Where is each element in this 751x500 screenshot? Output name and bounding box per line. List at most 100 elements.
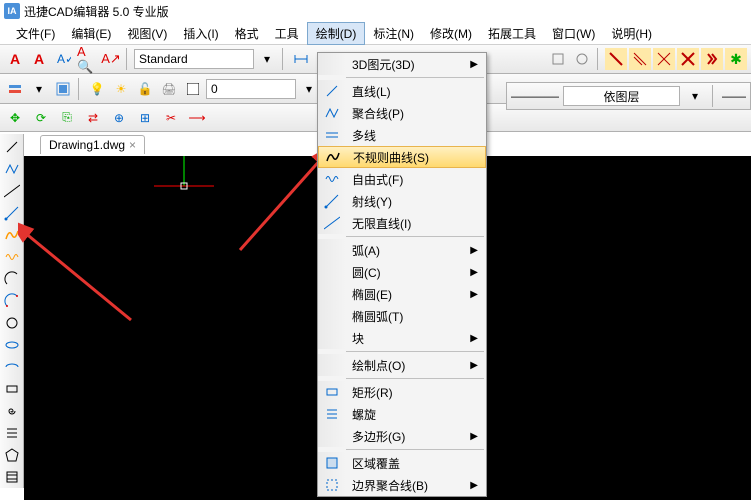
mirror-button[interactable]: ⇄	[82, 107, 104, 129]
layer-bylayer-combo[interactable]: 依图层	[563, 86, 680, 106]
polygon-tool[interactable]	[1, 444, 23, 466]
menu-spiral[interactable]: 螺旋	[318, 403, 486, 425]
bulb-on-icon[interactable]: 💡	[86, 78, 108, 100]
svg-text:A✓: A✓	[57, 52, 71, 66]
hatch-tool[interactable]	[1, 466, 23, 488]
menu-line[interactable]: 直线(L)	[318, 80, 486, 102]
star-button[interactable]: ✱	[725, 48, 747, 70]
app-title: 迅捷CAD编辑器 5.0 专业版	[24, 3, 169, 20]
menu-help[interactable]: 说明(H)	[603, 23, 660, 44]
tab-close-button[interactable]: ×	[129, 138, 136, 152]
text-style-combo[interactable]	[134, 49, 254, 69]
dim-linear-button[interactable]	[290, 48, 312, 70]
spline-tool[interactable]	[1, 224, 23, 246]
menu-window[interactable]: 窗口(W)	[544, 23, 603, 44]
menu-edit[interactable]: 编辑(E)	[63, 23, 119, 44]
menu-polyline[interactable]: 聚合线(P)	[318, 102, 486, 124]
menu-xline[interactable]: 无限直线(I)	[318, 212, 486, 234]
hatch-cross-button[interactable]	[653, 48, 675, 70]
rotate-button[interactable]: ⟳	[30, 107, 52, 129]
xline-tool[interactable]	[1, 180, 23, 202]
spiral-tool[interactable]	[1, 400, 23, 422]
menu-view[interactable]: 视图(V)	[119, 23, 175, 44]
hatch-linear-button[interactable]	[605, 48, 627, 70]
text-a1-button[interactable]: A	[4, 48, 26, 70]
menu-label: 区域覆盖	[346, 455, 478, 472]
hatch-double-button[interactable]	[629, 48, 651, 70]
trim-button[interactable]: ✂	[160, 107, 182, 129]
menu-block[interactable]: 块 ▶	[318, 327, 486, 349]
crosshair-icon	[154, 156, 214, 216]
arc3p-tool[interactable]	[1, 290, 23, 312]
menu-freehand[interactable]: 自由式(F)	[318, 168, 486, 190]
line-preview-icon: ——	[722, 89, 746, 103]
menu-point[interactable]: 绘制点(O) ▶	[318, 354, 486, 376]
vtoolbar-draw	[0, 134, 24, 488]
line-tool[interactable]	[1, 136, 23, 158]
menu-modify[interactable]: 修改(M)	[422, 23, 480, 44]
xline-icon	[318, 212, 346, 234]
menu-format[interactable]: 格式	[227, 23, 267, 44]
layer-manager-button[interactable]	[4, 78, 26, 100]
menu-multiline[interactable]: 多线	[318, 124, 486, 146]
freehand-tool[interactable]	[1, 246, 23, 268]
menu-elliparc[interactable]: 椭圆弧(T)	[318, 305, 486, 327]
arc-tool[interactable]	[1, 268, 23, 290]
menu-3dview[interactable]: 3D图元(3D) ▶	[318, 53, 486, 75]
menu-tool[interactable]: 工具	[267, 23, 307, 44]
polyline-tool[interactable]	[1, 158, 23, 180]
menu-annotate[interactable]: 标注(N)	[365, 23, 422, 44]
text-a2-button[interactable]: A	[28, 48, 50, 70]
color-swatch[interactable]	[182, 78, 204, 100]
spiral2-tool[interactable]	[1, 422, 23, 444]
menu-separator	[346, 351, 484, 352]
menu-ellipse[interactable]: 椭圆(E) ▶	[318, 283, 486, 305]
menu-draw[interactable]: 绘制(D)	[307, 22, 366, 45]
spell-button[interactable]: A✓	[52, 48, 74, 70]
submenu-arrow-icon: ▶	[470, 267, 478, 278]
ray-tool[interactable]	[1, 202, 23, 224]
menu-ray[interactable]: 射线(Y)	[318, 190, 486, 212]
dim-tool2-button[interactable]	[571, 48, 593, 70]
print-icon[interactable]: 🖨	[158, 78, 180, 100]
elliparc-tool[interactable]	[1, 356, 23, 378]
menu-insert[interactable]: 插入(I)	[175, 23, 226, 44]
dropdown-button[interactable]: ▾	[256, 48, 278, 70]
extend-button[interactable]: ⟶	[186, 107, 208, 129]
menu-circle[interactable]: 圆(C) ▶	[318, 261, 486, 283]
move-button[interactable]: ✥	[4, 107, 26, 129]
menu-extend[interactable]: 拓展工具	[480, 23, 544, 44]
menu-label: 弧(A)	[346, 242, 470, 259]
tab-label: Drawing1.dwg	[49, 138, 125, 152]
ellipse-tool[interactable]	[1, 334, 23, 356]
layer-name-input[interactable]	[206, 79, 296, 99]
region-icon	[318, 452, 346, 474]
rect-tool[interactable]	[1, 378, 23, 400]
layer-dropdown-button[interactable]: ▾	[28, 78, 50, 100]
blank-icon	[318, 425, 346, 447]
offset-button[interactable]: ⊕	[108, 107, 130, 129]
separator	[712, 85, 716, 107]
array-button[interactable]: ⊞	[134, 107, 156, 129]
drawing-tab[interactable]: Drawing1.dwg ×	[40, 135, 145, 154]
copy-button[interactable]: ⎘	[56, 107, 78, 129]
menu-file[interactable]: 文件(F)	[8, 23, 63, 44]
menu-boundary[interactable]: 边界聚合线(B) ▶	[318, 474, 486, 496]
menu-spline[interactable]: 不规则曲线(S)	[318, 146, 486, 168]
menu-region[interactable]: 区域覆盖	[318, 452, 486, 474]
find-button[interactable]: A🔍	[76, 48, 98, 70]
circle-tool[interactable]	[1, 312, 23, 334]
lock-icon[interactable]: 🔓	[134, 78, 156, 100]
sun-icon[interactable]: ☀	[110, 78, 132, 100]
layer-states-button[interactable]	[52, 78, 74, 100]
menu-arc[interactable]: 弧(A) ▶	[318, 239, 486, 261]
text-style-button[interactable]: A↗	[100, 48, 122, 70]
submenu-arrow-icon: ▶	[470, 289, 478, 300]
hatch-x-button[interactable]	[677, 48, 699, 70]
continuous-line-icon: ————	[511, 89, 559, 103]
layer-combo-dropdown[interactable]: ▾	[684, 85, 706, 107]
run-button[interactable]	[701, 48, 723, 70]
menu-polygon[interactable]: 多边形(G) ▶	[318, 425, 486, 447]
menu-rect[interactable]: 矩形(R)	[318, 381, 486, 403]
dim-tool1-button[interactable]	[547, 48, 569, 70]
